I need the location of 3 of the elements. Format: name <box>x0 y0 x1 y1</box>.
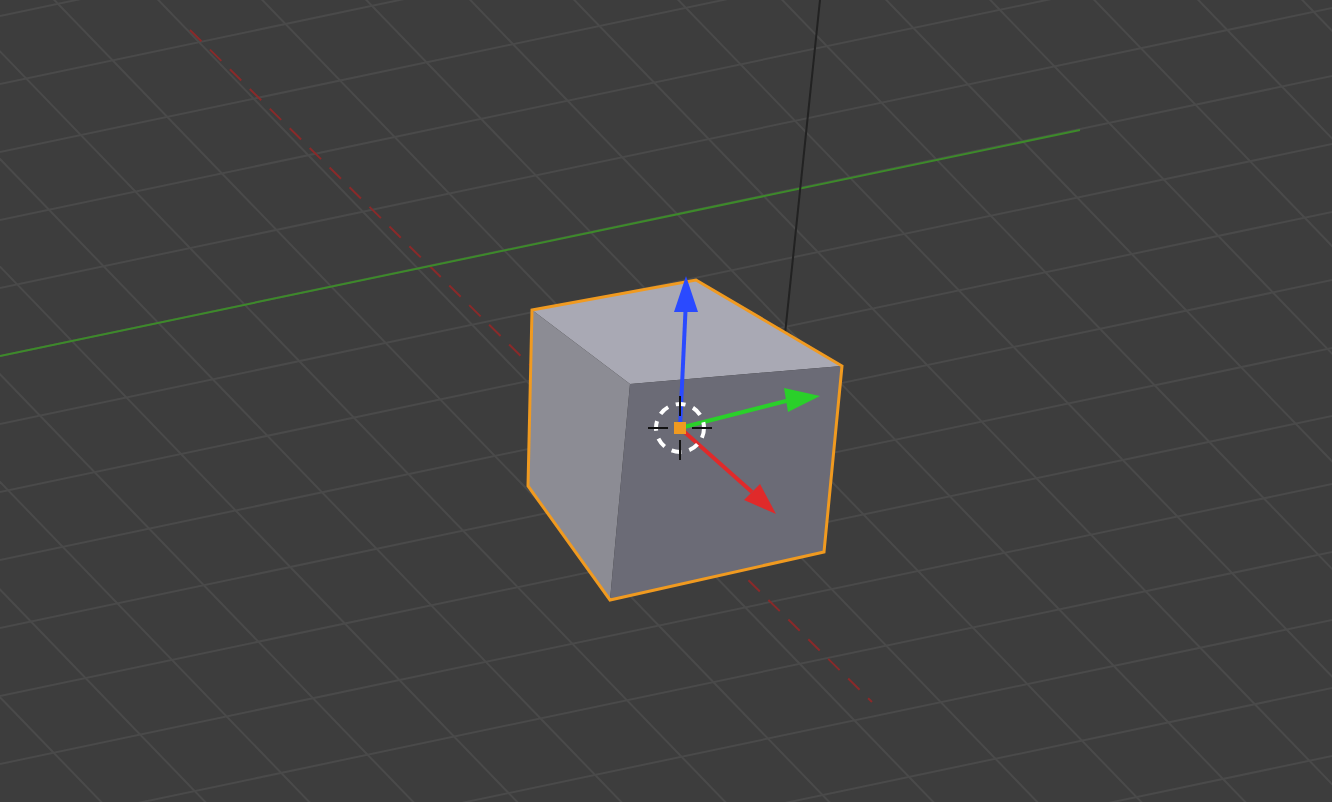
transform-gizmo-drawing[interactable] <box>674 276 820 514</box>
3d-cursor-icon[interactable] <box>647 395 713 461</box>
cube-drawing[interactable] <box>526 278 844 602</box>
